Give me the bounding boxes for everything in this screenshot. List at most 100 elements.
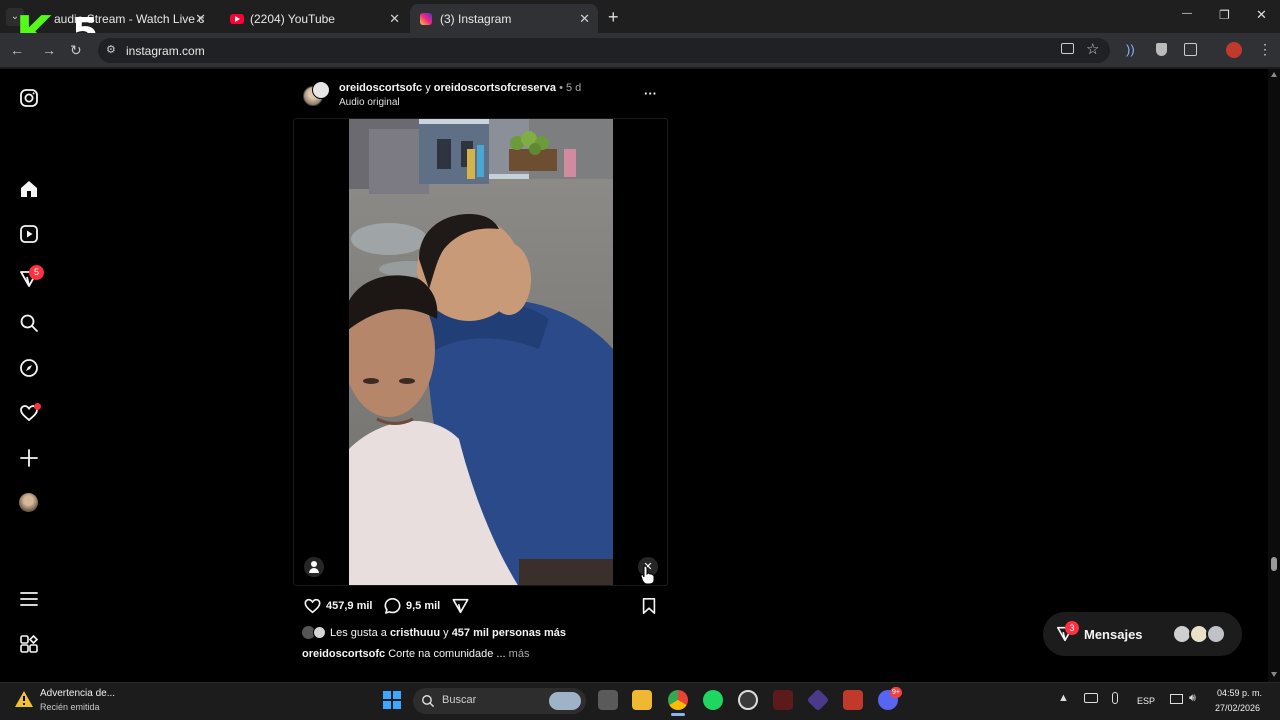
like-count[interactable]: 457,9 mil bbox=[326, 600, 372, 612]
caption-line: oreidoscortsofc Corte na comunidade ... … bbox=[302, 648, 529, 660]
author-conjunction: y bbox=[422, 82, 434, 94]
author-username[interactable]: oreidoscortsofc bbox=[339, 82, 422, 94]
post-options-button[interactable]: ··· bbox=[644, 86, 657, 101]
tab-instagram[interactable]: (3) Instagram ✕ bbox=[410, 4, 598, 33]
close-icon[interactable]: ✕ bbox=[195, 11, 206, 27]
create-plus-icon[interactable] bbox=[19, 448, 39, 468]
microphone-icon[interactable] bbox=[1112, 692, 1118, 704]
activity-dot bbox=[34, 403, 41, 410]
spotify-icon[interactable] bbox=[703, 690, 723, 710]
search-highlight-icon bbox=[549, 692, 581, 710]
back-icon[interactable]: ← bbox=[10, 43, 24, 57]
caption-username[interactable]: oreidoscortsofc bbox=[302, 648, 385, 660]
address-bar[interactable]: ⚙ instagram.com ☆ bbox=[98, 38, 1110, 63]
messages-button[interactable]: 3 Mensajes bbox=[1043, 612, 1242, 656]
coauthor-username[interactable]: oreidoscortsofcreserva bbox=[434, 82, 556, 94]
voicemeeter-icon[interactable] bbox=[773, 690, 793, 710]
comment-count[interactable]: 9,5 mil bbox=[406, 600, 440, 612]
caption-more-link[interactable]: más bbox=[506, 648, 530, 660]
home-icon[interactable] bbox=[19, 179, 39, 199]
browser-tab-bar: ⌄ audio Stream - Watch Live c ✕ (2204) Y… bbox=[0, 0, 1280, 33]
user-tags-icon[interactable] bbox=[304, 557, 324, 577]
messages-badge: 3 bbox=[1065, 621, 1079, 635]
caption-text: Corte na comunidade ... bbox=[385, 648, 506, 660]
scrollbar-thumb[interactable] bbox=[1271, 557, 1277, 571]
app-four-icon[interactable] bbox=[843, 690, 863, 710]
volume-icon[interactable]: 🔊︎ bbox=[1189, 692, 1196, 705]
messages-label: Mensajes bbox=[1084, 627, 1143, 642]
extensions-puzzle-icon[interactable] bbox=[1184, 43, 1197, 56]
start-windows-icon[interactable] bbox=[383, 691, 401, 709]
liked-by-count[interactable]: 457 mil personas más bbox=[452, 627, 566, 639]
also-from-meta-icon[interactable] bbox=[19, 634, 39, 654]
instagram-logo-icon[interactable] bbox=[19, 88, 39, 108]
scroll-up-arrow[interactable] bbox=[1271, 72, 1277, 77]
reels-icon[interactable] bbox=[19, 224, 39, 244]
message-avatar-3 bbox=[1206, 624, 1226, 644]
video-frame-illustration bbox=[349, 119, 613, 585]
network-off-icon[interactable] bbox=[1084, 693, 1098, 703]
tab-label: (3) Instagram bbox=[440, 11, 512, 26]
notification-badge: 5 bbox=[29, 265, 44, 280]
search-icon[interactable] bbox=[19, 313, 39, 333]
liked-by-mid: y bbox=[440, 627, 452, 639]
search-icon bbox=[422, 695, 435, 708]
task-view-icon[interactable] bbox=[598, 690, 618, 710]
url-text[interactable]: instagram.com bbox=[126, 44, 205, 58]
file-explorer-icon[interactable] bbox=[632, 690, 652, 710]
close-icon[interactable]: ✕ bbox=[579, 11, 590, 27]
more-menu-icon[interactable] bbox=[19, 589, 39, 609]
liked-by-prefix: Les gusta a bbox=[330, 627, 390, 639]
chrome-menu-icon[interactable]: ⋮ bbox=[1258, 41, 1272, 58]
discord-badge: 9+ bbox=[890, 687, 902, 698]
mouse-cursor-hand-icon bbox=[641, 565, 655, 585]
profile-avatar[interactable] bbox=[1226, 42, 1242, 58]
save-bookmark-icon[interactable] bbox=[641, 597, 657, 615]
chrome-icon[interactable] bbox=[668, 690, 688, 710]
new-tab-button[interactable]: + bbox=[608, 7, 619, 28]
obs-icon[interactable] bbox=[738, 690, 758, 710]
clock-time[interactable]: 04:59 p. m. bbox=[1217, 688, 1262, 698]
youtube-icon bbox=[230, 13, 244, 24]
bookmark-star-icon[interactable]: ☆ bbox=[1086, 40, 1099, 58]
forward-icon[interactable]: → bbox=[42, 43, 56, 57]
reload-icon[interactable]: ↻ bbox=[70, 43, 82, 57]
coauthor-avatar[interactable] bbox=[312, 81, 330, 99]
scroll-down-arrow[interactable] bbox=[1271, 672, 1277, 677]
search-placeholder: Buscar bbox=[442, 694, 477, 706]
tab-youtube[interactable]: (2204) YouTube ✕ bbox=[220, 4, 408, 33]
maximize-button[interactable]: ❐ bbox=[1219, 8, 1230, 22]
reel-video[interactable] bbox=[349, 119, 613, 585]
page-top-edge bbox=[0, 67, 1280, 69]
close-icon[interactable]: ✕ bbox=[389, 11, 400, 27]
warning-icon bbox=[15, 691, 33, 707]
window-close-button[interactable]: ✕ bbox=[1256, 7, 1267, 23]
display-icon[interactable] bbox=[1170, 694, 1183, 704]
liker-avatar-2 bbox=[313, 626, 326, 639]
notification-subtitle: Recién emitida bbox=[40, 702, 100, 712]
share-send-icon[interactable] bbox=[451, 597, 470, 615]
comment-bubble-icon[interactable] bbox=[383, 597, 402, 615]
explore-compass-icon[interactable] bbox=[19, 358, 39, 378]
tab-label: (2204) YouTube bbox=[250, 11, 335, 26]
liked-by-line: Les gusta a cristhuuu y 457 mil personas… bbox=[330, 627, 566, 639]
clock-date[interactable]: 27/02/2026 bbox=[1215, 703, 1260, 713]
chrome-active-indicator bbox=[671, 713, 685, 716]
profile-avatar-icon[interactable] bbox=[19, 493, 38, 512]
page-scrollbar[interactable] bbox=[1268, 69, 1280, 682]
show-hidden-icons[interactable]: ▲ bbox=[1058, 692, 1069, 704]
audio-link[interactable]: Audio original bbox=[339, 97, 400, 108]
liked-by-user[interactable]: cristhuuu bbox=[390, 627, 440, 639]
shield-icon[interactable] bbox=[1156, 43, 1167, 56]
taskbar-search-box[interactable]: Buscar bbox=[413, 688, 586, 714]
post-time: • 5 d bbox=[556, 82, 582, 94]
post-video-container[interactable]: ✕ bbox=[293, 118, 668, 586]
install-app-icon[interactable] bbox=[1061, 43, 1074, 54]
extension-wifi-icon[interactable]: )) bbox=[1126, 42, 1135, 57]
minimize-button[interactable]: — bbox=[1182, 8, 1192, 19]
like-heart-icon[interactable] bbox=[303, 597, 322, 615]
instagram-favicon-icon bbox=[420, 12, 432, 25]
notification-title[interactable]: Advertencia de... bbox=[40, 688, 115, 699]
site-info-icon[interactable]: ⚙ bbox=[106, 43, 118, 56]
language-indicator[interactable]: ESP bbox=[1137, 696, 1155, 706]
